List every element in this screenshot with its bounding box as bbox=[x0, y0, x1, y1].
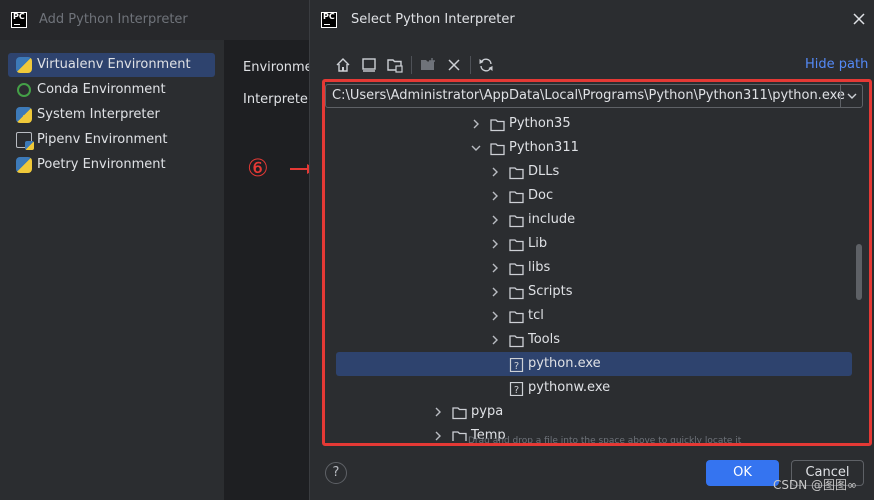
env-item-label: Virtualenv Environment bbox=[37, 57, 191, 72]
tree-item-libs[interactable]: libs bbox=[325, 256, 863, 280]
tree-item-label: include bbox=[528, 212, 576, 227]
watermark: CSDN @图图∞ bbox=[773, 478, 858, 492]
chevron-right-icon[interactable] bbox=[432, 430, 444, 441]
pipenv-icon bbox=[16, 132, 34, 150]
tree-item-doc[interactable]: Doc bbox=[325, 184, 863, 208]
tree-item-tools[interactable]: Tools bbox=[325, 328, 863, 352]
tree-item-python-exe[interactable]: ? python.exe bbox=[325, 352, 863, 376]
project-folder-icon[interactable] bbox=[386, 56, 404, 74]
interpreter-label: Interpreter bbox=[243, 92, 314, 107]
annotation-number: ⑥ bbox=[247, 154, 269, 182]
refresh-icon[interactable] bbox=[477, 56, 495, 74]
hide-path-link[interactable]: Hide path bbox=[805, 57, 868, 72]
env-item-label: Pipenv Environment bbox=[37, 132, 168, 147]
desktop-icon[interactable] bbox=[360, 56, 378, 74]
folder-icon bbox=[509, 237, 524, 252]
folder-icon bbox=[509, 333, 524, 348]
tree-item-scripts[interactable]: Scripts bbox=[325, 280, 863, 304]
tree-item-label: python.exe bbox=[528, 356, 601, 371]
chevron-right-icon[interactable] bbox=[489, 190, 501, 202]
toolbar-separator bbox=[411, 56, 412, 74]
toolbar-separator bbox=[470, 56, 471, 74]
env-item-conda[interactable]: Conda Environment bbox=[8, 78, 215, 102]
tree-item-label: Tools bbox=[528, 332, 561, 347]
chevron-right-icon[interactable] bbox=[489, 214, 501, 226]
select-python-interpreter-dialog: PC Select Python Interpreter Hide path C… bbox=[309, 0, 874, 500]
chevron-down-icon[interactable] bbox=[470, 142, 482, 154]
tree-item-label: tcl bbox=[528, 308, 544, 323]
env-item-system[interactable]: System Interpreter bbox=[8, 103, 215, 127]
tree-item-python35[interactable]: Python35 bbox=[325, 112, 863, 136]
tree-item-tcl[interactable]: tcl bbox=[325, 304, 863, 328]
env-item-poetry[interactable]: Poetry Environment bbox=[8, 153, 215, 177]
home-icon[interactable] bbox=[334, 56, 352, 74]
tree-item-label: Python35 bbox=[509, 116, 571, 131]
folder-icon bbox=[490, 117, 505, 132]
svg-text:?: ? bbox=[514, 361, 519, 372]
env-item-label: Poetry Environment bbox=[37, 157, 166, 172]
env-item-label: Conda Environment bbox=[37, 82, 166, 97]
env-item-label: System Interpreter bbox=[37, 107, 160, 122]
path-dropdown-button[interactable] bbox=[840, 85, 862, 107]
chevron-right-icon[interactable] bbox=[489, 166, 501, 178]
folder-icon bbox=[509, 213, 524, 228]
tree-item-include[interactable]: include bbox=[325, 208, 863, 232]
pycharm-logo-icon: PC bbox=[321, 12, 337, 28]
environment-label: Environme bbox=[243, 60, 313, 75]
unknown-file-icon: ? bbox=[509, 357, 524, 373]
chevron-right-icon[interactable] bbox=[489, 238, 501, 250]
folder-icon bbox=[509, 285, 524, 300]
chevron-right-icon[interactable] bbox=[489, 334, 501, 346]
chevron-right-icon[interactable] bbox=[470, 118, 482, 130]
folder-icon bbox=[509, 309, 524, 324]
tree-item-label: Scripts bbox=[528, 284, 573, 299]
svg-text:?: ? bbox=[514, 385, 519, 396]
tree-item-lib[interactable]: Lib bbox=[325, 232, 863, 256]
chevron-right-icon[interactable] bbox=[489, 262, 501, 274]
tree-item-label: libs bbox=[528, 260, 551, 275]
path-field-value[interactable]: C:\Users\Administrator\AppData\Local\Pro… bbox=[332, 88, 845, 103]
close-icon[interactable] bbox=[851, 11, 867, 27]
tree-item-label: pythonw.exe bbox=[528, 380, 611, 395]
chevron-down-icon bbox=[847, 93, 857, 99]
folder-icon bbox=[452, 405, 467, 420]
back-dialog-title: Add Python Interpreter bbox=[39, 12, 188, 27]
environment-list: Virtualenv Environment Conda Environment… bbox=[0, 40, 224, 500]
path-field[interactable]: C:\Users\Administrator\AppData\Local\Pro… bbox=[325, 84, 863, 108]
tree-item-pypa[interactable]: pypa bbox=[325, 400, 863, 424]
dialog-title: Select Python Interpreter bbox=[351, 12, 515, 27]
folder-icon bbox=[509, 261, 524, 276]
python-icon bbox=[16, 57, 32, 73]
unknown-file-icon: ? bbox=[509, 381, 524, 397]
chevron-right-icon[interactable] bbox=[432, 406, 444, 418]
tree-item-dlls[interactable]: DLLs bbox=[325, 160, 863, 184]
env-item-pipenv[interactable]: Pipenv Environment bbox=[8, 128, 215, 152]
chevron-right-icon[interactable] bbox=[489, 310, 501, 322]
folder-icon bbox=[452, 429, 467, 441]
new-folder-icon[interactable] bbox=[419, 56, 437, 74]
tree-item-label: DLLs bbox=[528, 164, 560, 179]
drag-drop-hint: Drag and drop a file into the space abov… bbox=[468, 436, 742, 446]
pycharm-logo-icon: PC bbox=[11, 12, 27, 28]
folder-icon bbox=[509, 165, 524, 180]
conda-icon bbox=[17, 83, 31, 97]
python-icon bbox=[16, 107, 32, 123]
file-tree[interactable]: Python35 Python311 DLLs Doc include Lib bbox=[325, 111, 863, 441]
env-item-virtualenv[interactable]: Virtualenv Environment bbox=[8, 53, 215, 77]
tree-item-label: Doc bbox=[528, 188, 554, 203]
tree-item-label: pypa bbox=[471, 404, 504, 419]
folder-icon bbox=[509, 189, 524, 204]
folder-icon bbox=[490, 141, 505, 156]
help-button[interactable]: ? bbox=[325, 462, 347, 484]
tree-item-label: Python311 bbox=[509, 140, 579, 155]
tree-item-pythonw-exe[interactable]: ? pythonw.exe bbox=[325, 376, 863, 400]
tree-scrollbar[interactable] bbox=[856, 244, 862, 300]
ok-button[interactable]: OK bbox=[706, 460, 779, 486]
python-icon bbox=[16, 157, 32, 173]
chevron-right-icon[interactable] bbox=[489, 286, 501, 298]
tree-item-label: Lib bbox=[528, 236, 548, 251]
tree-item-python311[interactable]: Python311 bbox=[325, 136, 863, 160]
delete-icon[interactable] bbox=[445, 56, 463, 74]
